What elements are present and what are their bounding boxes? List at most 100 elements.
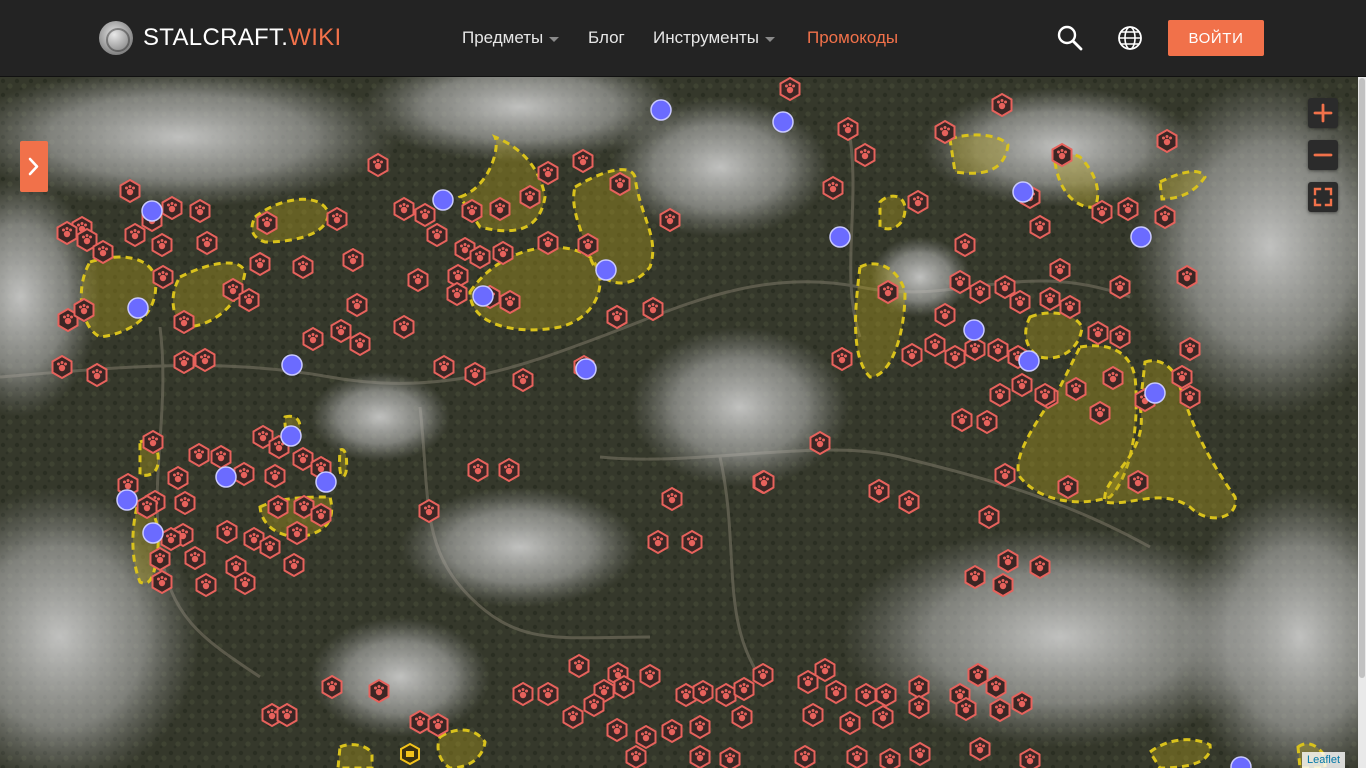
- map-marker-icon[interactable]: [310, 503, 332, 527]
- map-marker-icon[interactable]: [492, 241, 514, 265]
- player-location-marker[interactable]: [127, 297, 149, 319]
- map-canvas[interactable]: [0, 77, 1358, 768]
- map-marker-icon[interactable]: [752, 663, 774, 687]
- map-marker-icon[interactable]: [692, 680, 714, 704]
- map-marker-icon[interactable]: [464, 362, 486, 386]
- map-marker-icon[interactable]: [426, 223, 448, 247]
- sidebar-toggle-button[interactable]: [20, 141, 48, 192]
- player-location-marker[interactable]: [472, 285, 494, 307]
- map-marker-icon[interactable]: [188, 443, 210, 467]
- map-marker-icon[interactable]: [568, 654, 590, 678]
- map-marker-icon[interactable]: [283, 553, 305, 577]
- map-marker-icon[interactable]: [259, 535, 281, 559]
- map-marker-icon[interactable]: [969, 737, 991, 761]
- player-location-marker[interactable]: [963, 319, 985, 341]
- map-marker-icon[interactable]: [839, 711, 861, 735]
- map-marker-icon[interactable]: [302, 327, 324, 351]
- nav-item-blog[interactable]: Блог: [588, 26, 625, 50]
- map-marker-icon[interactable]: [1091, 200, 1113, 224]
- map-marker-icon[interactable]: [407, 268, 429, 292]
- map-marker-icon[interactable]: [512, 682, 534, 706]
- map-marker-icon[interactable]: [909, 742, 931, 766]
- map-marker-icon[interactable]: [661, 719, 683, 743]
- player-location-marker[interactable]: [116, 489, 138, 511]
- player-location-marker[interactable]: [281, 354, 303, 376]
- map-marker-icon[interactable]: [837, 117, 859, 141]
- map-marker-icon[interactable]: [446, 282, 468, 306]
- map-marker-icon[interactable]: [625, 745, 647, 768]
- player-location-marker[interactable]: [142, 522, 164, 544]
- map-marker-icon[interactable]: [822, 176, 844, 200]
- map-marker-icon[interactable]: [161, 196, 183, 220]
- map-marker-icon[interactable]: [964, 565, 986, 589]
- map-marker-icon[interactable]: [124, 223, 146, 247]
- map-marker-icon[interactable]: [326, 207, 348, 231]
- map-marker-icon[interactable]: [987, 338, 1009, 362]
- map-marker-icon[interactable]: [1109, 325, 1131, 349]
- map-marker-icon[interactable]: [427, 713, 449, 737]
- map-marker-icon[interactable]: [160, 527, 182, 551]
- map-marker-icon[interactable]: [1034, 383, 1056, 407]
- map-marker-icon[interactable]: [689, 745, 711, 768]
- map-marker-icon[interactable]: [234, 571, 256, 595]
- map-marker-icon[interactable]: [944, 345, 966, 369]
- map-marker-icon[interactable]: [797, 670, 819, 694]
- map-marker-icon[interactable]: [1039, 287, 1061, 311]
- map-marker-icon[interactable]: [577, 233, 599, 257]
- map-marker-icon[interactable]: [151, 233, 173, 257]
- map-marker-icon[interactable]: [976, 410, 998, 434]
- map-marker-icon[interactable]: [661, 487, 683, 511]
- interactive-map[interactable]: [0, 77, 1358, 768]
- map-marker-icon[interactable]: [489, 197, 511, 221]
- player-location-marker[interactable]: [432, 189, 454, 211]
- map-marker-icon[interactable]: [346, 293, 368, 317]
- map-marker-icon[interactable]: [715, 683, 737, 707]
- nav-item-items[interactable]: Предметы: [462, 26, 560, 50]
- map-marker-icon[interactable]: [989, 698, 1011, 722]
- map-marker-icon[interactable]: [292, 447, 314, 471]
- player-location-marker[interactable]: [215, 466, 237, 488]
- map-marker-icon[interactable]: [924, 333, 946, 357]
- map-marker-icon[interactable]: [868, 479, 890, 503]
- map-marker-icon[interactable]: [1179, 385, 1201, 409]
- player-location-marker[interactable]: [1012, 181, 1034, 203]
- map-marker-icon[interactable]: [1109, 275, 1131, 299]
- map-marker-icon[interactable]: [418, 499, 440, 523]
- map-marker-icon[interactable]: [1154, 205, 1176, 229]
- map-marker-icon[interactable]: [51, 355, 73, 379]
- fullscreen-button[interactable]: [1308, 182, 1338, 212]
- map-marker-icon[interactable]: [1057, 475, 1079, 499]
- map-marker-icon[interactable]: [267, 495, 289, 519]
- map-marker-icon[interactable]: [142, 430, 164, 454]
- map-marker-icon[interactable]: [969, 280, 991, 304]
- map-marker-icon[interactable]: [409, 710, 431, 734]
- map-marker-icon[interactable]: [173, 310, 195, 334]
- map-marker-icon[interactable]: [855, 683, 877, 707]
- map-marker-icon[interactable]: [802, 703, 824, 727]
- map-marker-icon[interactable]: [901, 343, 923, 367]
- map-marker-icon[interactable]: [613, 675, 635, 699]
- map-marker-icon[interactable]: [292, 255, 314, 279]
- nav-item-tools[interactable]: Инструменты: [653, 26, 776, 50]
- map-marker-icon[interactable]: [1171, 365, 1193, 389]
- map-marker-icon[interactable]: [1009, 290, 1031, 314]
- map-marker-icon[interactable]: [733, 677, 755, 701]
- map-marker-icon[interactable]: [992, 573, 1014, 597]
- map-marker-icon[interactable]: [1089, 401, 1111, 425]
- map-marker-icon[interactable]: [846, 745, 868, 768]
- map-marker-icon[interactable]: [854, 143, 876, 167]
- map-marker-icon[interactable]: [991, 93, 1013, 117]
- map-marker-icon[interactable]: [1179, 337, 1201, 361]
- map-marker-icon[interactable]: [152, 265, 174, 289]
- map-marker-icon[interactable]: [951, 408, 973, 432]
- map-marker-icon[interactable]: [753, 470, 775, 494]
- map-marker-icon[interactable]: [609, 172, 631, 196]
- map-marker-icon[interactable]: [639, 664, 661, 688]
- player-location-marker[interactable]: [280, 425, 302, 447]
- map-marker-icon[interactable]: [1065, 377, 1087, 401]
- map-marker-icon[interactable]: [1059, 295, 1081, 319]
- map-marker-icon[interactable]: [934, 303, 956, 327]
- map-marker-icon[interactable]: [414, 203, 436, 227]
- language-button[interactable]: [1114, 22, 1146, 54]
- map-marker-icon[interactable]: [196, 231, 218, 255]
